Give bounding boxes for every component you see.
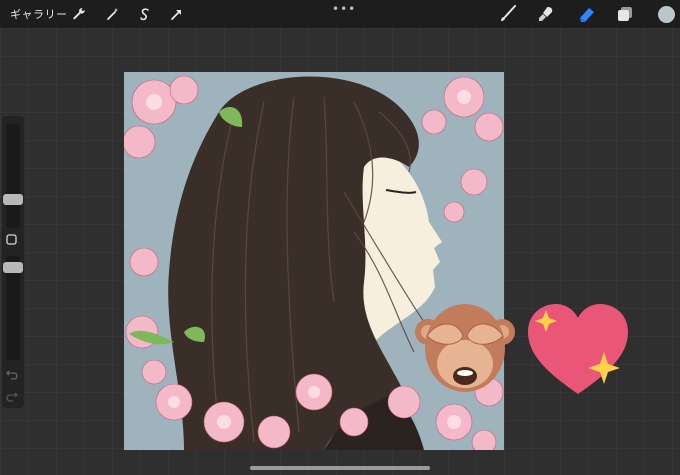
home-indicator[interactable] [250,466,430,470]
brush-size-slider[interactable] [3,124,23,228]
more-options-icon[interactable]: ••• [332,2,356,16]
undo-icon[interactable] [5,366,19,380]
arrow-cursor-icon[interactable] [166,3,188,25]
magic-wand-icon[interactable] [102,3,124,25]
opacity-thumb[interactable] [3,262,23,273]
wrench-icon[interactable] [68,3,90,25]
redo-icon[interactable] [5,388,19,402]
brush-icon[interactable] [497,3,519,25]
layers-icon[interactable] [614,3,636,25]
left-sidebar [2,116,24,408]
smudge-icon[interactable] [535,3,557,25]
see-no-evil-monkey-emoji[interactable] [414,298,516,402]
brush-size-thumb[interactable] [3,194,23,205]
color-swatch-icon[interactable] [655,3,677,25]
sparkling-heart-emoji[interactable] [526,302,630,402]
square-modifier-icon[interactable] [5,232,19,246]
opacity-slider[interactable] [3,256,23,360]
top-toolbar: ギャラリー ••• [0,0,680,28]
selection-s-icon[interactable] [134,3,156,25]
gallery-button[interactable]: ギャラリー [10,6,68,22]
eraser-icon[interactable] [575,3,597,25]
